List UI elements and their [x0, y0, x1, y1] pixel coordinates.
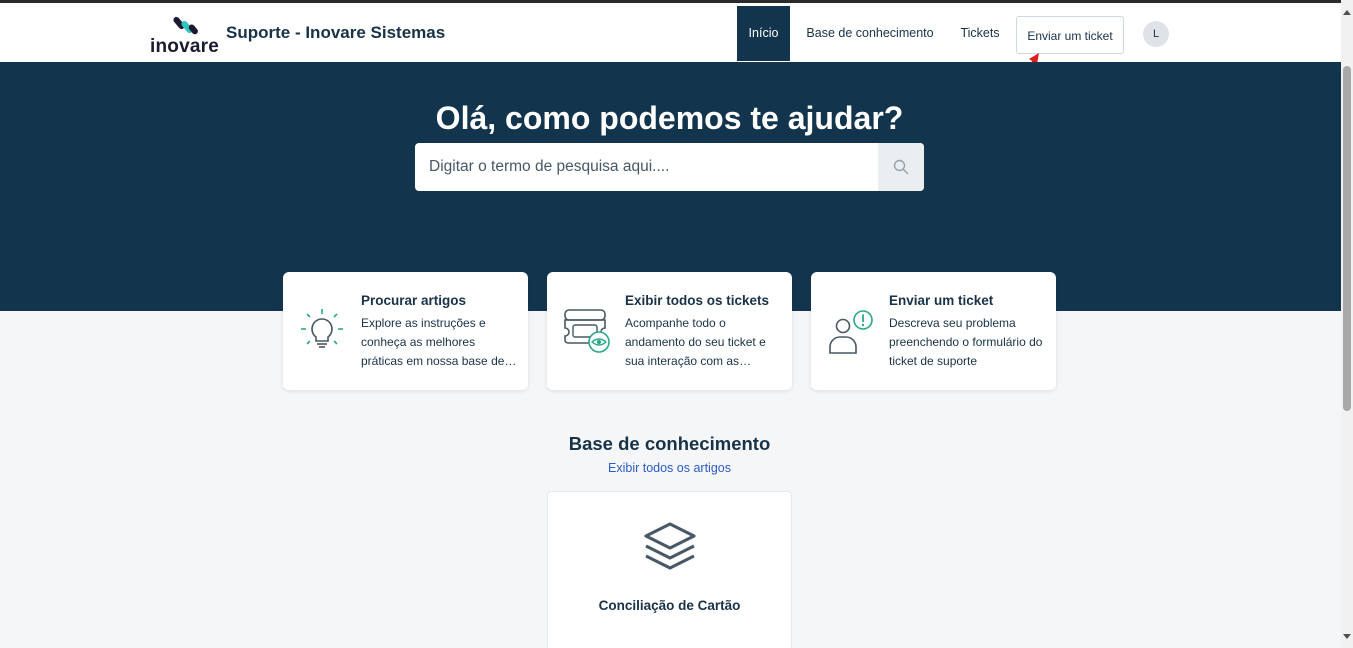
- card-description: Acompanhe todo o andamento do seu ticket…: [625, 316, 766, 368]
- card-title: Exibir todos os tickets: [625, 293, 770, 308]
- user-avatar[interactable]: L: [1143, 21, 1169, 47]
- user-alert-icon: [829, 310, 873, 354]
- layers-icon: [644, 522, 696, 570]
- card-procurar-artigos[interactable]: Procurar artigos Explore as instruções e…: [283, 272, 528, 390]
- hero-title: Olá, como podemos te ajudar?: [435, 100, 904, 136]
- card-enviar-ticket[interactable]: Enviar um ticket Descreva seu problema p…: [811, 272, 1056, 390]
- search-button[interactable]: [878, 143, 924, 191]
- site-title[interactable]: Suporte - Inovare Sistemas: [226, 23, 445, 43]
- nav-tab-inicio[interactable]: Início: [737, 6, 790, 61]
- card-exibir-tickets[interactable]: Exibir todos os tickets Acompanhe todo o…: [547, 272, 792, 390]
- search-input[interactable]: [415, 143, 878, 191]
- category-title: Conciliação de Cartão: [598, 598, 741, 613]
- site-header: inovare Suporte - Inovare Sistemas Iníci…: [0, 3, 1341, 62]
- view-all-articles-link-text[interactable]: Exibir todos os artigos: [608, 461, 731, 475]
- tickets-eye-icon: [564, 309, 610, 353]
- scrollbar-thumb[interactable]: [1343, 66, 1351, 411]
- logo-mark-icon: [173, 16, 198, 35]
- inovare-logo[interactable]: inovare: [150, 14, 222, 57]
- logo-wordmark: inovare: [150, 36, 219, 57]
- lightbulb-icon: [301, 309, 343, 348]
- card-title: Enviar um ticket: [889, 293, 994, 308]
- search-bar: [415, 143, 924, 191]
- scroll-down-icon[interactable]: [1343, 634, 1351, 639]
- category-card-conciliacao-cartao[interactable]: Conciliação de Cartão: [547, 491, 792, 648]
- scroll-up-icon[interactable]: [1343, 10, 1351, 15]
- knowledge-base-title: Base de conhecimento: [568, 433, 771, 454]
- card-title: Procurar artigos: [361, 293, 467, 308]
- card-description: Explore as instruções e conheça as melho…: [361, 316, 505, 368]
- view-all-articles-link: Exibir todos os artigos: [0, 461, 1339, 475]
- card-description: Descreva seu problema preenchendo o form…: [889, 316, 1043, 368]
- nav-tab-base-de-conhecimento[interactable]: Base de conhecimento: [800, 6, 940, 61]
- search-icon: [893, 159, 909, 175]
- nav-tab-tickets[interactable]: Tickets: [952, 6, 1008, 61]
- vertical-scrollbar[interactable]: [1341, 0, 1353, 648]
